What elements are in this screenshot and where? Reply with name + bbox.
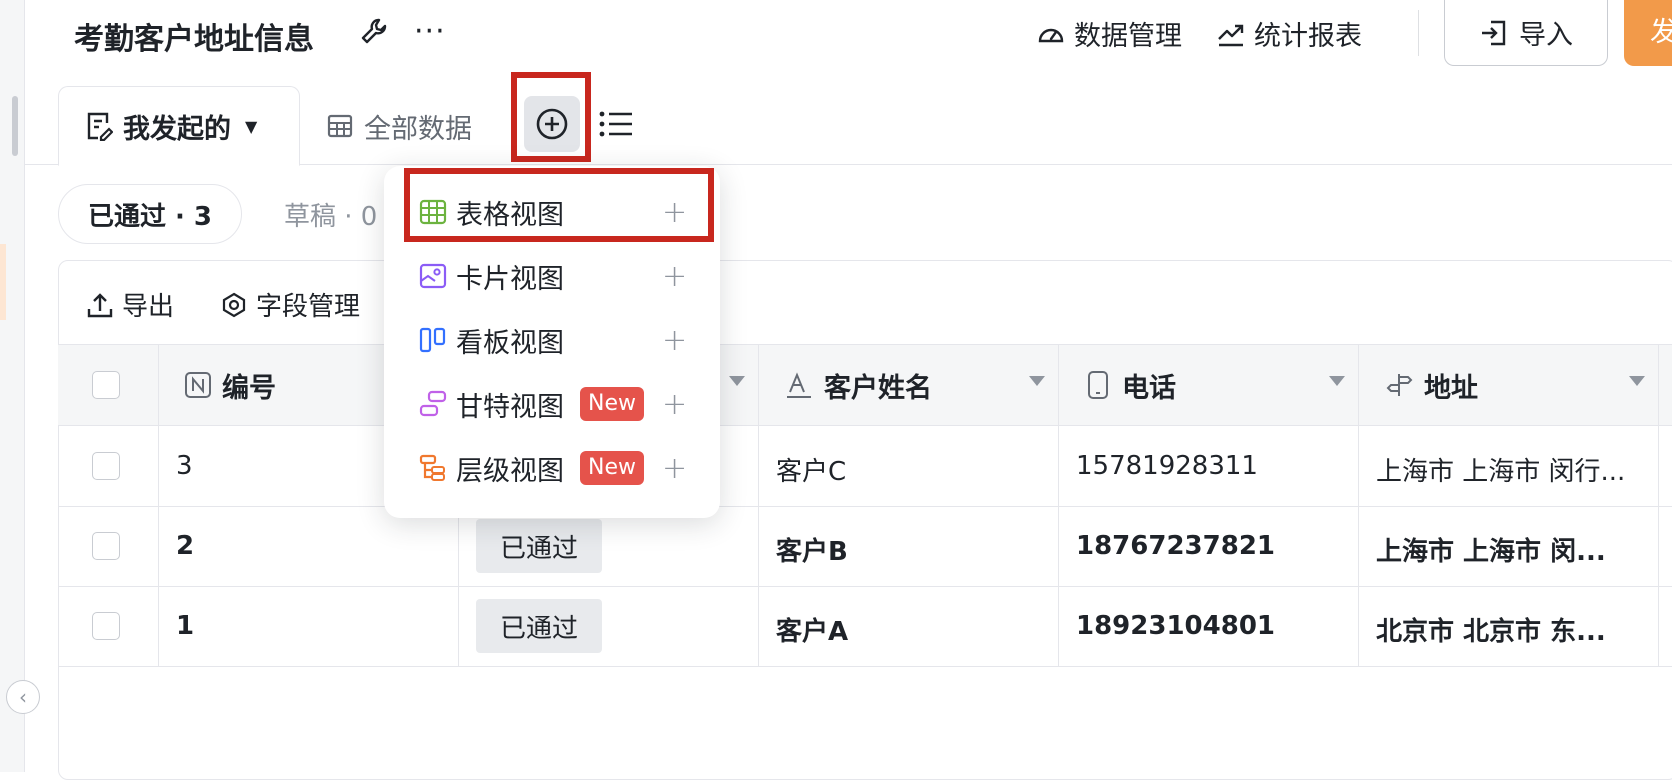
collapse-sidebar-button[interactable]: ‹ [6,680,40,714]
export-label: 导出 [122,292,175,322]
plus-icon[interactable]: + [662,387,687,422]
form-edit-icon [87,112,113,141]
row-divider [58,666,1672,667]
cell-name[interactable]: 客户B [776,531,848,568]
column-header-address-label: 地址 [1424,372,1478,404]
hierarchy-icon [419,454,445,481]
chevron-left-icon: ‹ [19,685,27,709]
highlight-box-table-view [404,168,714,242]
column-header-id[interactable]: 编号 [184,344,276,426]
table-card [58,260,1672,780]
header-divider [1418,10,1419,56]
kanban-icon [419,327,446,353]
field-manage-label: 字段管理 [256,292,361,322]
row-checkbox[interactable] [92,532,120,560]
column-name-caret-icon[interactable] [1029,376,1045,386]
row-checkbox[interactable] [92,452,120,480]
cell-phone[interactable]: 18767237821 [1076,531,1275,561]
location-sign-icon [1386,374,1413,396]
export-button[interactable]: 导出 [86,286,174,323]
export-icon [87,292,113,317]
rail-scrollbar[interactable] [12,96,18,156]
stats-report-link[interactable]: 统计报表 [1216,14,1362,53]
table-icon [327,114,353,138]
tab-mine-label: 我发起的 [123,113,231,145]
trend-chart-icon [1218,24,1244,46]
column-phone-caret-icon[interactable] [1329,376,1345,386]
cell-address[interactable]: 上海市 上海市 闵... [1376,531,1606,568]
column-header-name[interactable]: 客户姓名 [784,344,932,426]
view-option-kanban[interactable]: 看板视图 + [384,308,720,372]
data-manage-label: 数据管理 [1074,21,1182,52]
col-divider [1658,344,1659,666]
column-header-phone[interactable]: 电话 [1084,344,1176,426]
number-field-icon [185,372,211,398]
page-title: 考勤客户地址信息 [74,22,314,57]
cell-id[interactable]: 1 [176,611,194,641]
tab-mine[interactable]: 我发起的 ▼ [58,86,300,166]
plus-icon[interactable]: + [662,323,687,358]
submit-button[interactable]: 发 [1624,0,1672,66]
cell-name[interactable]: 客户A [776,611,848,648]
data-manage-link[interactable]: 数据管理 [1036,14,1182,53]
row-divider [58,506,1672,507]
view-option-card[interactable]: 卡片视图 + [384,244,720,308]
rail-active-indicator [0,244,6,320]
view-list-icon[interactable] [598,106,634,142]
cell-phone[interactable]: 15781928311 [1076,451,1258,481]
cell-id[interactable]: 2 [176,531,194,561]
column-status-caret-icon[interactable] [729,376,745,386]
column-header-name-label: 客户姓名 [824,372,932,404]
column-header-id-label: 编号 [222,372,276,404]
cell-name[interactable]: 客户C [776,451,846,488]
hexagon-settings-icon [222,292,246,317]
select-all-checkbox[interactable] [92,371,120,399]
stats-report-label: 统计报表 [1254,21,1362,52]
card-view-icon [419,263,447,289]
cell-id[interactable]: 3 [176,451,193,481]
view-option-label: 层级视图 [456,455,564,487]
gantt-icon [419,390,447,417]
import-button[interactable]: 导入 [1444,0,1608,66]
tab-all-data[interactable]: 全部数据 [326,100,472,152]
status-badge: 已通过 [476,599,602,653]
view-option-gantt[interactable]: 甘特视图 New + [384,372,720,436]
col-divider [158,344,159,666]
cell-phone[interactable]: 18923104801 [1076,611,1275,641]
column-header-phone-label: 电话 [1122,372,1176,404]
tab-all-label: 全部数据 [364,113,472,145]
caret-down-icon: ▼ [245,116,258,136]
more-icon[interactable]: ··· [414,14,446,49]
view-option-label: 看板视图 [456,327,564,359]
col-divider [758,344,759,666]
col-divider [1358,344,1359,666]
filter-draft-pill[interactable]: 草稿 · 0 [284,196,377,233]
view-option-hierarchy[interactable]: 层级视图 New + [384,436,720,500]
cell-address[interactable]: 上海市 上海市 闵行... [1376,451,1625,488]
import-icon [1482,20,1506,45]
view-option-label: 甘特视图 [456,391,564,423]
wrench-icon[interactable] [360,16,390,52]
plus-icon[interactable]: + [662,259,687,294]
row-divider [58,586,1672,587]
new-badge: New [580,451,644,485]
view-option-label: 卡片视图 [456,263,564,295]
phone-icon [1088,371,1108,399]
col-divider [1058,344,1059,666]
column-header-address[interactable]: 地址 [1384,344,1478,426]
import-label: 导入 [1519,20,1573,51]
dashboard-icon [1038,28,1064,42]
cell-address[interactable]: 北京市 北京市 东... [1376,611,1606,648]
field-manage-button[interactable]: 字段管理 [220,286,360,323]
new-badge: New [580,387,644,421]
highlight-box-add-view [511,72,591,162]
column-address-caret-icon[interactable] [1629,376,1645,386]
status-badge: 已通过 [476,519,602,573]
plus-icon[interactable]: + [662,451,687,486]
row-checkbox[interactable] [92,612,120,640]
text-field-icon [787,372,811,398]
filter-approved-pill[interactable]: 已通过 · 3 [58,184,242,244]
